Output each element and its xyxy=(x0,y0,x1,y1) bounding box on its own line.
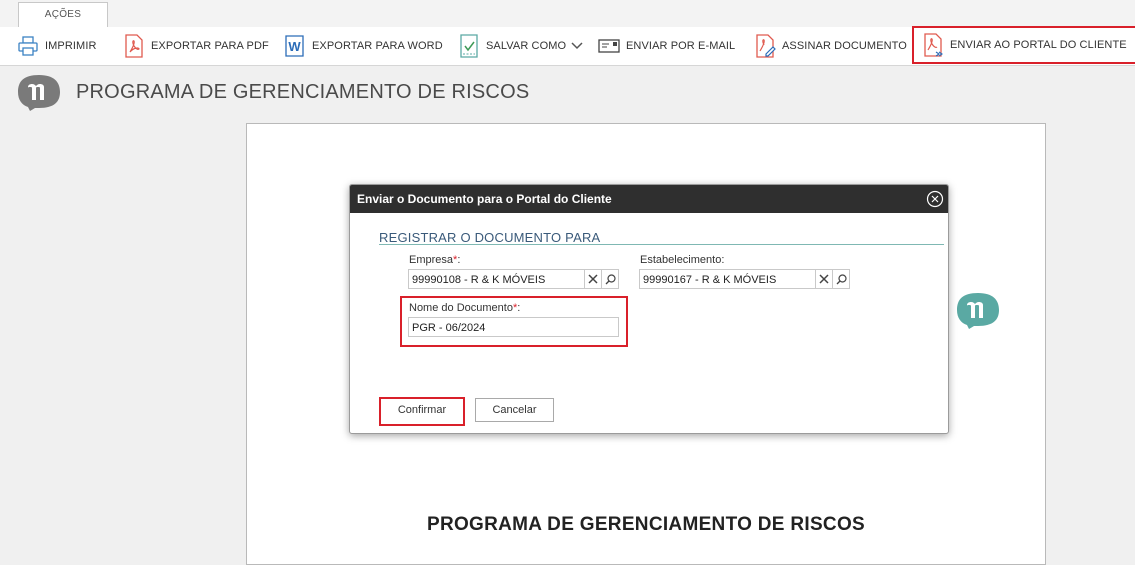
send-email-button[interactable]: ENVIAR POR E-MAIL xyxy=(598,32,735,60)
estabelecimento-label: Estabelecimento: xyxy=(640,254,725,266)
empresa-clear-button[interactable] xyxy=(585,269,602,289)
document-name-input[interactable]: PGR - 06/2024 xyxy=(408,317,619,337)
dialog-title: Enviar o Documento para o Portal do Clie… xyxy=(357,192,612,206)
pdf-icon xyxy=(125,34,143,58)
email-icon xyxy=(598,39,620,53)
search-icon xyxy=(605,273,616,284)
pdf-send-icon xyxy=(924,33,943,57)
printer-icon xyxy=(18,36,38,56)
svg-text:W: W xyxy=(288,39,301,54)
document-name-label: Nome do Documento*: xyxy=(409,302,521,314)
word-icon: W xyxy=(285,35,304,57)
section-title: REGISTRAR O DOCUMENTO PARA xyxy=(379,230,601,245)
send-to-client-portal-button[interactable]: ENVIAR AO PORTAL DO CLIENTE xyxy=(912,26,1135,64)
empresa-label: Empresa*: xyxy=(409,254,461,266)
cancel-button[interactable]: Cancelar xyxy=(475,398,554,422)
confirm-button[interactable]: Confirmar xyxy=(383,399,461,423)
sign-pdf-icon xyxy=(756,34,776,58)
app-logo-icon xyxy=(18,75,60,111)
search-icon xyxy=(836,273,847,284)
print-label: IMPRIMIR xyxy=(45,40,97,52)
sign-document-label: ASSINAR DOCUMENTO xyxy=(782,40,907,52)
tab-acoes[interactable]: AÇÕES xyxy=(18,2,108,28)
save-as-label: SALVAR COMO xyxy=(486,40,567,52)
send-email-label: ENVIAR POR E-MAIL xyxy=(626,40,736,52)
export-pdf-label: EXPORTAR PARA PDF xyxy=(151,40,269,52)
empresa-search-button[interactable] xyxy=(602,269,619,289)
print-button[interactable]: IMPRIMIR xyxy=(17,32,97,60)
document-logo-icon xyxy=(957,293,999,329)
dialog-header: Enviar o Documento para o Portal do Clie… xyxy=(350,185,948,213)
sign-document-button[interactable]: ASSINAR DOCUMENTO xyxy=(754,32,907,60)
tabs-strip: AÇÕES xyxy=(0,0,1135,28)
send-to-portal-dialog: Enviar o Documento para o Portal do Clie… xyxy=(349,184,949,434)
save-document-icon xyxy=(460,34,478,58)
clear-x-icon xyxy=(819,274,829,284)
export-word-label: EXPORTAR PARA WORD xyxy=(312,40,443,52)
export-word-button[interactable]: W EXPORTAR PARA WORD xyxy=(284,32,443,60)
toolbar: IMPRIMIR EXPORTAR PARA PDF W EXPORTAR PA… xyxy=(0,26,1135,66)
estabelecimento-input[interactable]: 99990167 - R & K MÓVEIS xyxy=(639,269,816,289)
page-title: PROGRAMA DE GERENCIAMENTO DE RISCOS xyxy=(76,81,530,103)
save-as-button[interactable]: SALVAR COMO xyxy=(458,32,590,60)
empresa-input[interactable]: 99990108 - R & K MÓVEIS xyxy=(408,269,585,289)
chevron-down-icon xyxy=(571,42,583,50)
estabelecimento-clear-button[interactable] xyxy=(816,269,833,289)
estabelecimento-search-button[interactable] xyxy=(833,269,850,289)
export-pdf-button[interactable]: EXPORTAR PARA PDF xyxy=(123,32,269,60)
send-to-client-portal-label: ENVIAR AO PORTAL DO CLIENTE xyxy=(950,39,1127,51)
close-icon[interactable] xyxy=(926,190,944,208)
clear-x-icon xyxy=(588,274,598,284)
document-heading: PROGRAMA DE GERENCIAMENTO DE RISCOS xyxy=(426,514,866,535)
section-divider xyxy=(379,244,944,245)
